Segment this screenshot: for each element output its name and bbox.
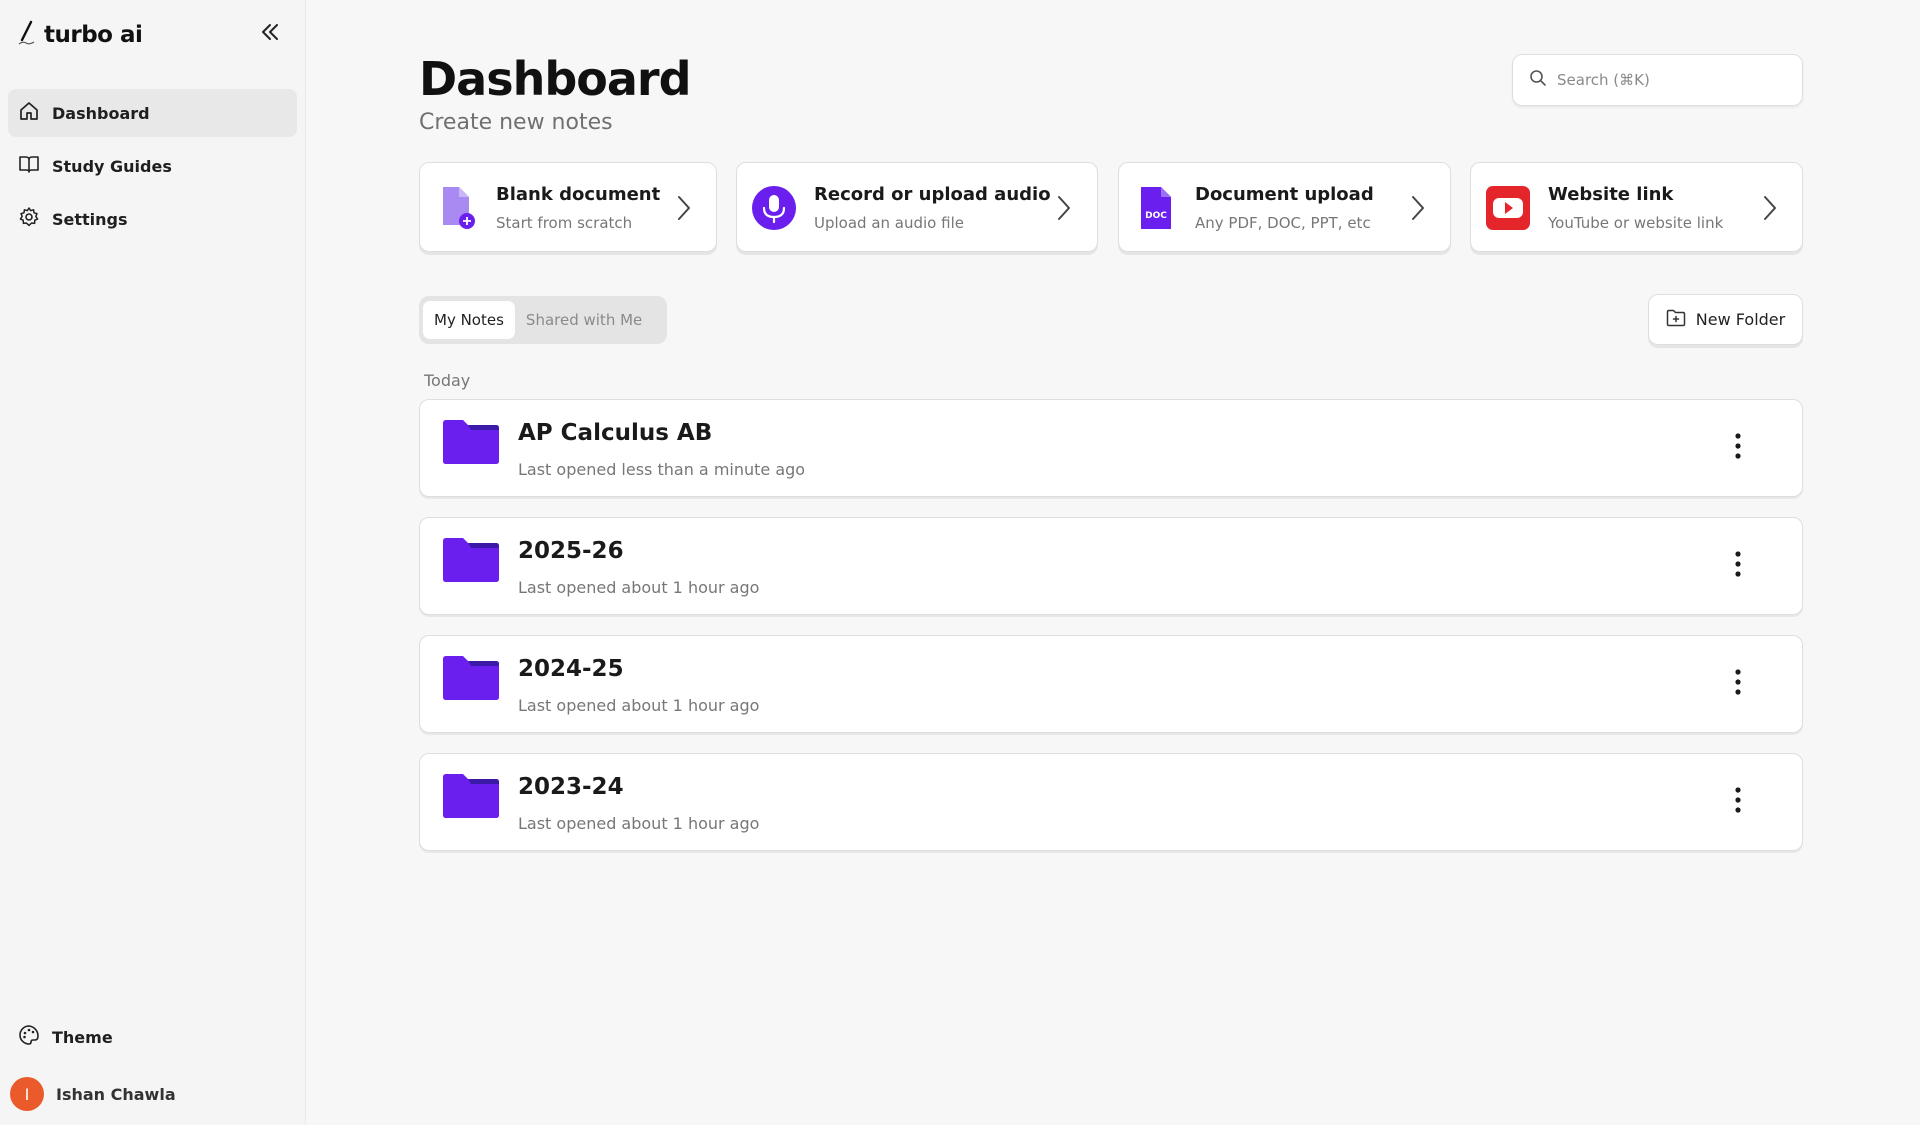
- home-icon: [18, 100, 40, 126]
- brand-name: turbo ai: [44, 22, 143, 48]
- folder-icon: [443, 774, 499, 818]
- avatar: I: [10, 1077, 44, 1111]
- record-audio-card[interactable]: Record or upload audio Upload an audio f…: [736, 162, 1098, 252]
- blank-document-icon: [434, 185, 480, 231]
- sidebar-footer: Theme: [8, 1013, 297, 1066]
- sidebar-item-label: Dashboard: [52, 103, 150, 123]
- more-options-button[interactable]: [1720, 548, 1756, 584]
- folder-title: 2023-24: [518, 774, 624, 800]
- sidebar-item-settings[interactable]: Settings: [8, 195, 297, 243]
- theme-button[interactable]: Theme: [8, 1013, 297, 1061]
- more-options-button[interactable]: [1720, 784, 1756, 820]
- more-options-button[interactable]: [1720, 430, 1756, 466]
- folder-last-opened: Last opened about 1 hour ago: [518, 696, 760, 715]
- user-name: Ishan Chawla: [56, 1084, 176, 1104]
- tab-shared-with-me[interactable]: Shared with Me: [515, 301, 653, 339]
- folder-last-opened: Last opened about 1 hour ago: [518, 578, 760, 597]
- card-description: YouTube or website link: [1548, 214, 1724, 232]
- folder-last-opened: Last opened less than a minute ago: [518, 460, 806, 479]
- card-title: Record or upload audio: [814, 184, 1051, 205]
- page-title: Dashboard: [419, 52, 692, 106]
- card-description: Upload an audio file: [814, 214, 964, 232]
- folder-plus-icon: [1666, 309, 1686, 331]
- folder-title: AP Calculus AB: [518, 420, 713, 446]
- folder-row[interactable]: 2024-25 Last opened about 1 hour ago: [419, 635, 1803, 733]
- folder-icon: [443, 656, 499, 700]
- brand-logo[interactable]: turbo ai: [16, 20, 143, 50]
- card-description: Start from scratch: [496, 214, 633, 232]
- gear-icon: [18, 206, 40, 232]
- palette-icon: [18, 1024, 40, 1050]
- chevron-right-icon: [1753, 191, 1787, 225]
- notes-tabs: My Notes Shared with Me: [419, 296, 667, 344]
- kebab-menu-icon: [1735, 433, 1741, 463]
- new-folder-label: New Folder: [1695, 310, 1786, 329]
- pen-logo-icon: [16, 20, 38, 50]
- website-link-card[interactable]: Website link YouTube or website link: [1470, 162, 1803, 252]
- folder-last-opened: Last opened about 1 hour ago: [518, 814, 760, 833]
- book-icon: [18, 153, 40, 179]
- chevrons-left-icon: [259, 21, 281, 47]
- user-profile[interactable]: I Ishan Chawla: [10, 1077, 176, 1111]
- sidebar-item-label: Study Guides: [52, 156, 172, 176]
- card-title: Website link: [1548, 184, 1674, 205]
- blank-document-card[interactable]: Blank document Start from scratch: [419, 162, 717, 252]
- kebab-menu-icon: [1735, 787, 1741, 817]
- doc-file-icon: DOC: [1133, 185, 1179, 231]
- folder-title: 2025-26: [518, 538, 624, 564]
- card-title: Blank document: [496, 184, 661, 205]
- document-upload-card[interactable]: DOC Document upload Any PDF, DOC, PPT, e…: [1118, 162, 1451, 252]
- new-folder-button[interactable]: New Folder: [1648, 294, 1803, 345]
- kebab-menu-icon: [1735, 669, 1741, 699]
- sidebar-item-label: Settings: [52, 209, 128, 229]
- search-icon: [1529, 69, 1547, 91]
- kebab-menu-icon: [1735, 551, 1741, 581]
- theme-label: Theme: [52, 1027, 113, 1047]
- collapse-sidebar-button[interactable]: [256, 20, 284, 48]
- chevron-right-icon: [667, 191, 701, 225]
- sidebar-nav: Dashboard Study Guides Settings: [8, 89, 297, 248]
- search-input[interactable]: [1557, 71, 1777, 89]
- svg-text:DOC: DOC: [1145, 211, 1167, 221]
- chevron-right-icon: [1401, 191, 1435, 225]
- sidebar: turbo ai Dashboard Study Guides Settings: [0, 0, 306, 1125]
- microphone-icon: [751, 185, 797, 231]
- folder-row[interactable]: 2023-24 Last opened about 1 hour ago: [419, 753, 1803, 851]
- page-subtitle: Create new notes: [419, 110, 613, 135]
- section-label-today: Today: [424, 371, 471, 390]
- more-options-button[interactable]: [1720, 666, 1756, 702]
- youtube-icon: [1485, 185, 1531, 231]
- folder-title: 2024-25: [518, 656, 624, 682]
- card-description: Any PDF, DOC, PPT, etc: [1195, 214, 1371, 232]
- sidebar-item-study-guides[interactable]: Study Guides: [8, 142, 297, 190]
- search-box[interactable]: [1512, 54, 1803, 106]
- chevron-right-icon: [1047, 191, 1081, 225]
- sidebar-item-dashboard[interactable]: Dashboard: [8, 89, 297, 137]
- folder-row[interactable]: AP Calculus AB Last opened less than a m…: [419, 399, 1803, 497]
- card-title: Document upload: [1195, 184, 1374, 205]
- folder-icon: [443, 420, 499, 464]
- folder-icon: [443, 538, 499, 582]
- tab-my-notes[interactable]: My Notes: [423, 301, 515, 339]
- folder-row[interactable]: 2025-26 Last opened about 1 hour ago: [419, 517, 1803, 615]
